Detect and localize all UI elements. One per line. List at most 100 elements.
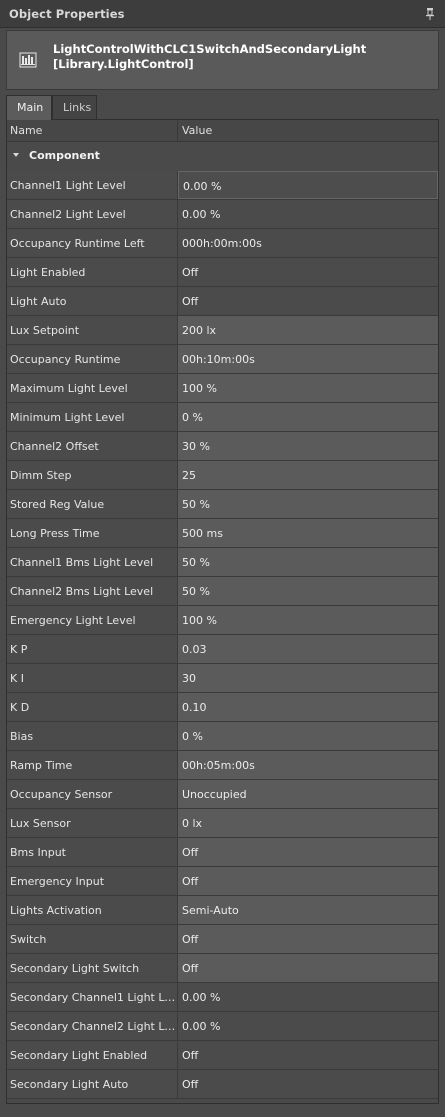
column-header-name[interactable]: Name: [10, 124, 42, 137]
property-value[interactable]: 0.03: [178, 635, 438, 663]
property-value[interactable]: 00h:10m:00s: [178, 345, 438, 373]
property-name: Secondary Light Auto: [7, 1070, 178, 1098]
property-name: Emergency Light Level: [7, 606, 178, 634]
property-row[interactable]: Channel2 Bms Light Level 50 %: [7, 577, 438, 606]
property-value[interactable]: Off: [178, 838, 438, 866]
property-value[interactable]: 0 lx: [178, 809, 438, 837]
property-value: 0.00 %: [178, 171, 438, 199]
property-value[interactable]: Off: [178, 954, 438, 982]
property-row[interactable]: Channel2 Offset 30 %: [7, 432, 438, 461]
property-row[interactable]: K P 0.03: [7, 635, 438, 664]
property-value[interactable]: 100 %: [178, 606, 438, 634]
property-value[interactable]: 0 %: [178, 722, 438, 750]
property-row[interactable]: Bias 0 %: [7, 722, 438, 751]
property-row[interactable]: Occupancy Sensor Unoccupied: [7, 780, 438, 809]
property-row[interactable]: Secondary Channel1 Light Level 0.00 %: [7, 983, 438, 1012]
object-name: LightControlWithCLC1SwitchAndSecondaryLi…: [53, 42, 367, 56]
property-name: Lights Activation: [7, 896, 178, 924]
property-name: Secondary Channel2 Light Level: [7, 1012, 178, 1040]
panel-titlebar: Object Properties: [0, 0, 445, 28]
property-value[interactable]: 50 %: [178, 548, 438, 576]
property-row[interactable]: Dimm Step 25: [7, 461, 438, 490]
property-row[interactable]: Stored Reg Value 50 %: [7, 490, 438, 519]
property-name: Channel1 Light Level: [7, 171, 178, 199]
grid-header: Name Value: [7, 120, 438, 142]
property-name: Channel1 Bms Light Level: [7, 548, 178, 576]
property-value: Off: [178, 258, 438, 286]
category-label: Component: [29, 149, 100, 162]
property-row[interactable]: Secondary Light Auto Off: [7, 1070, 438, 1099]
property-name: Channel2 Bms Light Level: [7, 577, 178, 605]
property-name: Stored Reg Value: [7, 490, 178, 518]
property-name: Dimm Step: [7, 461, 178, 489]
property-value[interactable]: 0.10: [178, 693, 438, 721]
property-row[interactable]: Minimum Light Level 0 %: [7, 403, 438, 432]
category-component[interactable]: Component: [7, 142, 438, 170]
property-row[interactable]: Long Press Time 500 ms: [7, 519, 438, 548]
property-row[interactable]: Light Auto Off: [7, 287, 438, 316]
property-name: Channel2 Light Level: [7, 200, 178, 228]
property-value[interactable]: 30: [178, 664, 438, 692]
object-header: LightControlWithCLC1SwitchAndSecondaryLi…: [6, 30, 439, 90]
property-row[interactable]: Channel1 Bms Light Level 50 %: [7, 548, 438, 577]
property-value: 0.00 %: [178, 1012, 438, 1040]
property-value[interactable]: 00h:05m:00s: [178, 751, 438, 779]
property-row[interactable]: Channel2 Light Level 0.00 %: [7, 200, 438, 229]
property-row[interactable]: Lux Sensor 0 lx: [7, 809, 438, 838]
property-name: Lux Sensor: [7, 809, 178, 837]
property-row[interactable]: Emergency Light Level 100 %: [7, 606, 438, 635]
property-name: Occupancy Runtime Left: [7, 229, 178, 257]
property-name: Emergency Input: [7, 867, 178, 895]
property-name: Bias: [7, 722, 178, 750]
object-title: LightControlWithCLC1SwitchAndSecondaryLi…: [53, 42, 366, 72]
property-name: Secondary Channel1 Light Level: [7, 983, 178, 1011]
tab-links[interactable]: Links: [52, 95, 97, 119]
property-value[interactable]: Off: [178, 867, 438, 895]
property-row[interactable]: Lux Setpoint 200 lx: [7, 316, 438, 345]
property-row[interactable]: Switch Off: [7, 925, 438, 954]
property-value[interactable]: 50 %: [178, 577, 438, 605]
property-name: Bms Input: [7, 838, 178, 866]
pin-icon[interactable]: [425, 8, 435, 20]
property-row[interactable]: Secondary Light Switch Off: [7, 954, 438, 983]
property-row[interactable]: Occupancy Runtime Left 000h:00m:00s: [7, 229, 438, 258]
object-type: [Library.LightControl]: [53, 57, 194, 71]
property-value[interactable]: 50 %: [178, 490, 438, 518]
property-rows: Channel1 Light Level 0.00 % Channel2 Light…: [7, 171, 438, 1099]
property-value[interactable]: Semi-Auto: [178, 896, 438, 924]
light-control-icon: [19, 52, 37, 68]
property-value[interactable]: 100 %: [178, 374, 438, 402]
property-value[interactable]: Off: [178, 925, 438, 953]
property-value: 0.00 %: [178, 200, 438, 228]
property-row[interactable]: K I 30: [7, 664, 438, 693]
property-value: 000h:00m:00s: [178, 229, 438, 257]
property-row[interactable]: Secondary Light Enabled Off: [7, 1041, 438, 1070]
property-row[interactable]: Ramp Time 00h:05m:00s: [7, 751, 438, 780]
property-grid: Name Value Component Channel1 Light Leve…: [6, 119, 439, 1104]
property-name: Secondary Light Switch: [7, 954, 178, 982]
property-row[interactable]: Occupancy Runtime 00h:10m:00s: [7, 345, 438, 374]
property-row[interactable]: Channel1 Light Level 0.00 %: [7, 171, 438, 200]
column-divider[interactable]: [177, 120, 178, 142]
property-name: Ramp Time: [7, 751, 178, 779]
property-row[interactable]: K D 0.10: [7, 693, 438, 722]
property-row[interactable]: Bms Input Off: [7, 838, 438, 867]
panel-footer: [0, 1104, 445, 1117]
property-row[interactable]: Light Enabled Off: [7, 258, 438, 287]
property-row[interactable]: Emergency Input Off: [7, 867, 438, 896]
property-value[interactable]: 0 %: [178, 403, 438, 431]
property-value[interactable]: 30 %: [178, 432, 438, 460]
tab-main[interactable]: Main: [6, 95, 52, 120]
property-row[interactable]: Maximum Light Level 100 %: [7, 374, 438, 403]
property-name: K I: [7, 664, 178, 692]
property-value[interactable]: 500 ms: [178, 519, 438, 547]
column-header-value[interactable]: Value: [182, 124, 212, 137]
property-value[interactable]: 25: [178, 461, 438, 489]
property-value[interactable]: 200 lx: [178, 316, 438, 344]
property-row[interactable]: Secondary Channel2 Light Level 0.00 %: [7, 1012, 438, 1041]
chevron-down-icon[interactable]: [13, 153, 19, 157]
property-name: Occupancy Sensor: [7, 780, 178, 808]
property-row[interactable]: Lights Activation Semi-Auto: [7, 896, 438, 925]
property-value: 0.00 %: [178, 983, 438, 1011]
property-value[interactable]: Unoccupied: [178, 780, 438, 808]
